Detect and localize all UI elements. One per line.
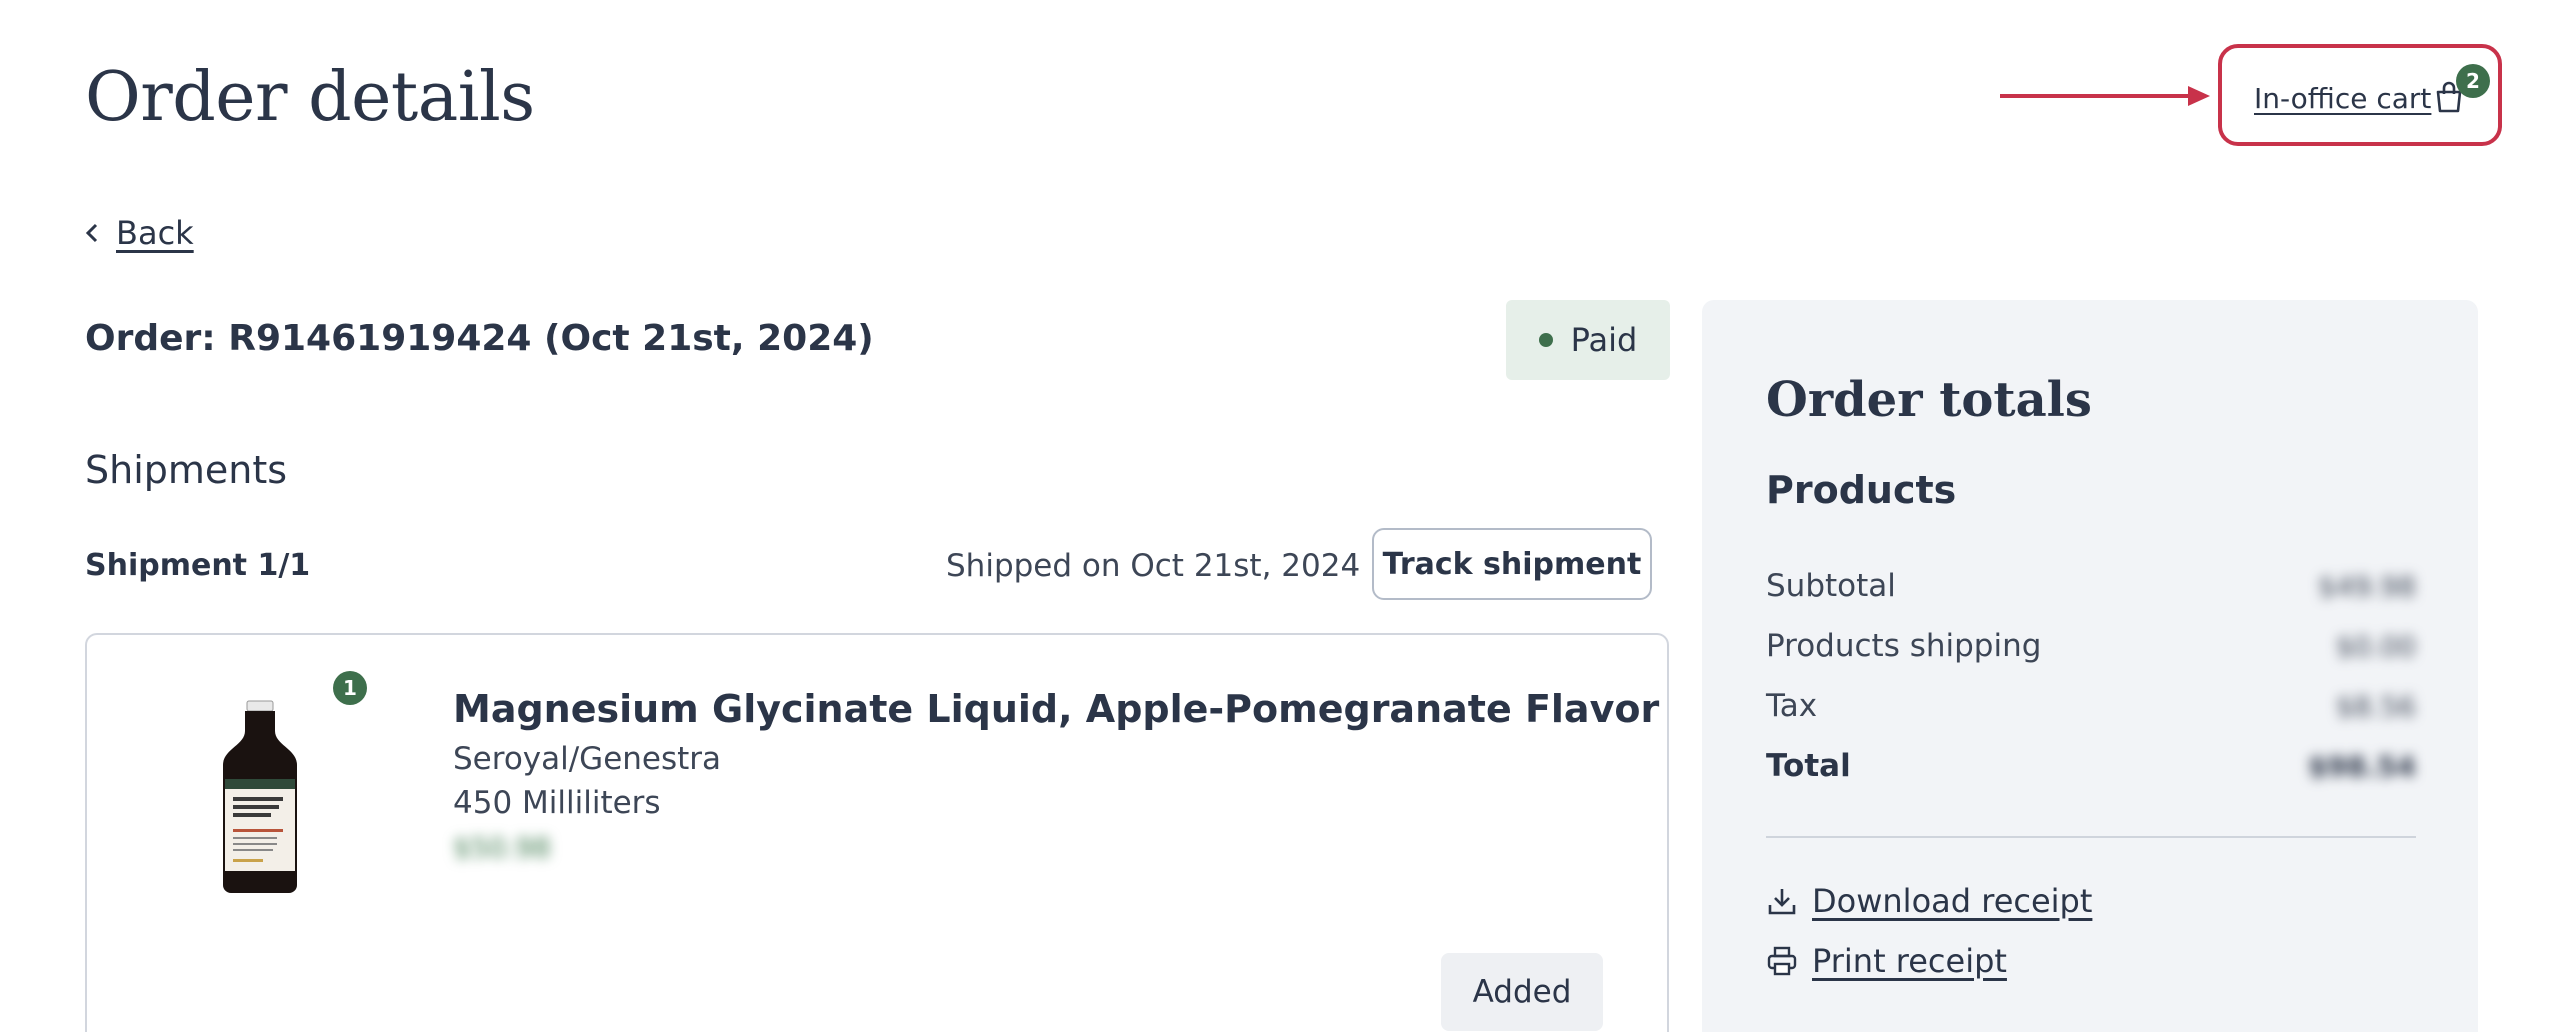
order-totals-panel: Order totals Products Subtotal $49.98 Pr…	[1702, 300, 2478, 1032]
total-value: $98.54	[2307, 749, 2416, 783]
annotation-arrow	[2000, 86, 2210, 106]
order-details-page: Order details In-office cart 2 Back Orde…	[0, 0, 2558, 1032]
shipping-label: Products shipping	[1766, 628, 2042, 664]
track-shipment-button[interactable]: Track shipment	[1372, 528, 1652, 600]
product-card: 1 Magnesium Glycinate Liquid, Apple-Pome…	[85, 633, 1669, 1032]
products-heading: Products	[1766, 468, 1957, 512]
shipment-label: Shipment 1/1	[85, 548, 311, 583]
total-label: Total	[1766, 748, 1851, 784]
subtotal-row: Subtotal $49.98	[1766, 566, 2416, 606]
product-brand: Seroyal/Genestra	[453, 741, 722, 777]
product-name: Magnesium Glycinate Liquid, Apple-Pomegr…	[453, 687, 1660, 731]
tax-label: Tax	[1766, 688, 1818, 724]
back-link[interactable]: Back	[84, 214, 194, 252]
download-icon	[1768, 889, 1796, 915]
tax-row: Tax $8.56	[1766, 686, 2416, 726]
page-title: Order details	[85, 58, 535, 137]
product-size: 450 Milliliters	[453, 785, 661, 821]
shipping-row: Products shipping $0.00	[1766, 626, 2416, 666]
subtotal-label: Subtotal	[1766, 568, 1896, 604]
print-receipt-link[interactable]: Print receipt	[1766, 942, 2007, 980]
order-title: Order: R91461919424 (Oct 21st, 2024)	[85, 318, 874, 359]
status-badge: Paid	[1506, 300, 1670, 380]
printer-icon	[1767, 946, 1797, 976]
divider	[1766, 836, 2416, 838]
download-receipt-label: Download receipt	[1812, 882, 2093, 920]
status-dot-icon	[1538, 333, 1553, 347]
tax-value: $8.56	[2335, 689, 2416, 723]
shipping-value: $0.00	[2335, 629, 2416, 663]
download-receipt-link[interactable]: Download receipt	[1766, 882, 2092, 920]
shipments-heading: Shipments	[85, 448, 288, 492]
print-receipt-label: Print receipt	[1812, 942, 2007, 980]
chevron-left-icon	[85, 223, 98, 243]
quantity-badge: 1	[333, 671, 367, 705]
product-image	[223, 700, 297, 893]
status-label: Paid	[1570, 321, 1638, 359]
product-price: $50.98	[453, 831, 551, 864]
subtotal-value: $49.98	[2318, 569, 2416, 603]
total-row: Total $98.54	[1766, 746, 2416, 786]
cart-count-badge: 2	[2456, 64, 2490, 98]
order-totals-title: Order totals	[1766, 372, 2092, 428]
shipped-on-date: Shipped on Oct 21st, 2024	[946, 548, 1361, 584]
in-office-cart-link[interactable]: In-office cart	[2254, 82, 2431, 115]
back-link-label: Back	[116, 214, 194, 252]
added-button[interactable]: Added	[1441, 953, 1603, 1031]
